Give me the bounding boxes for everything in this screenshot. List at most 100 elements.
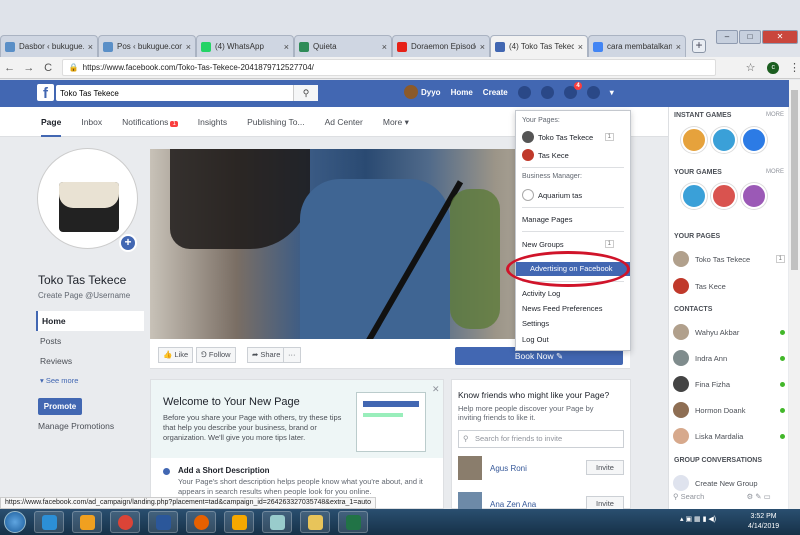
chrome-menu-icon[interactable]: ⋮: [789, 61, 800, 74]
tab-insights[interactable]: Insights: [198, 107, 227, 137]
sidebar-page-toko-tas-tekece[interactable]: Toko Tas Tekece 1: [673, 250, 785, 268]
tab-close-icon[interactable]: ×: [676, 42, 681, 52]
reload-icon[interactable]: C: [38, 62, 57, 74]
taskbar-firefox-icon[interactable]: [186, 511, 216, 533]
maximize-button[interactable]: □: [739, 30, 761, 44]
manage-promotions-link[interactable]: Manage Promotions: [38, 421, 114, 431]
back-icon[interactable]: ←: [0, 62, 19, 74]
search-icon[interactable]: ⚲: [293, 85, 318, 101]
messenger-icon[interactable]: [540, 85, 554, 99]
create-link[interactable]: Create: [483, 88, 508, 97]
profile-link[interactable]: Dyyo: [404, 85, 441, 99]
friend-name[interactable]: Agus Roni: [490, 464, 527, 473]
page-scrollbar[interactable]: [789, 80, 800, 511]
contact-item[interactable]: Wahyu Akbar: [673, 323, 785, 341]
create-new-group-link[interactable]: Create New Group: [673, 474, 785, 492]
instant-games-more[interactable]: MORE: [766, 112, 784, 118]
settings-item[interactable]: Settings: [516, 319, 630, 328]
chat-options-icons[interactable]: ⚙ ✎ ▭: [746, 492, 770, 501]
left-nav-reviews[interactable]: Reviews: [36, 351, 144, 371]
tab-close-icon[interactable]: ×: [186, 42, 191, 52]
contact-item[interactable]: Indra Ann: [673, 349, 785, 367]
manage-pages-item[interactable]: Manage Pages: [516, 215, 630, 224]
page-profile-picture[interactable]: [38, 149, 137, 248]
forward-icon[interactable]: →: [19, 62, 38, 74]
tab-close-icon[interactable]: ×: [284, 42, 289, 52]
account-dropdown-icon[interactable]: ▾: [610, 88, 614, 97]
game-icon[interactable]: [711, 127, 737, 153]
friend-search-input[interactable]: ⚲ Search for friends to invite: [458, 430, 624, 448]
notifications-bell-icon[interactable]: 4: [563, 81, 582, 99]
taskbar-chrome-icon[interactable]: [110, 511, 140, 533]
browser-tab[interactable]: Dasbor ‹ bukugue.com ×: [0, 35, 98, 57]
tab-ad-center[interactable]: Ad Center: [325, 107, 363, 137]
tab-close-icon[interactable]: ×: [88, 42, 93, 52]
create-username-link[interactable]: Create Page @Username: [38, 291, 130, 300]
browser-tab[interactable]: cara membatalkan ×: [588, 35, 686, 57]
your-games-more[interactable]: MORE: [766, 169, 784, 175]
short-description-step[interactable]: Add a Short Description Your Page's shor…: [163, 466, 428, 497]
help-icon[interactable]: [586, 85, 600, 99]
news-feed-preferences-item[interactable]: News Feed Preferences: [516, 304, 630, 313]
url-field[interactable]: 🔒 https://www.facebook.com/Toko-Tas-Teke…: [61, 59, 716, 76]
scrollbar-thumb[interactable]: [791, 90, 798, 270]
home-link[interactable]: Home: [451, 88, 473, 97]
bookmark-star-icon[interactable]: ☆: [746, 61, 756, 74]
tab-more[interactable]: More ▾: [383, 107, 409, 137]
tab-notifications[interactable]: Notifications 1: [122, 107, 178, 137]
browser-tab[interactable]: (4) WhatsApp ×: [196, 35, 294, 57]
game-icon[interactable]: [711, 183, 737, 209]
new-tab-button[interactable]: +: [692, 39, 706, 53]
activity-log-item[interactable]: Activity Log: [516, 289, 630, 298]
tab-close-icon[interactable]: ×: [480, 42, 485, 52]
tab-inbox[interactable]: Inbox: [81, 107, 102, 137]
facebook-logo-icon[interactable]: f: [37, 84, 54, 102]
game-icon[interactable]: [741, 127, 767, 153]
left-nav-posts[interactable]: Posts: [36, 331, 144, 351]
left-nav-home[interactable]: Home: [36, 311, 144, 331]
more-options-button[interactable]: ···: [283, 347, 301, 363]
dropdown-page-toko-tas-tekece[interactable]: Toko Tas Tekece 1: [516, 131, 630, 143]
chat-search-input[interactable]: ⚲ Search ⚙ ✎ ▭: [673, 492, 785, 508]
close-window-button[interactable]: ✕: [762, 30, 798, 44]
tab-close-icon[interactable]: ×: [578, 42, 583, 52]
sidebar-page-tas-kece[interactable]: Tas Kece: [673, 277, 785, 295]
system-clock[interactable]: 3:52 PM 4/14/2019: [748, 512, 779, 532]
taskbar-folder-icon[interactable]: [300, 511, 330, 533]
add-photo-icon[interactable]: +: [119, 234, 137, 252]
contact-item[interactable]: Hormon Doank: [673, 401, 785, 419]
friend-requests-icon[interactable]: [517, 85, 531, 99]
taskbar-excel-icon[interactable]: [338, 511, 368, 533]
taskbar-word-icon[interactable]: [148, 511, 178, 533]
taskbar-paint-icon[interactable]: [262, 511, 292, 533]
system-tray-icons[interactable]: ▴ ▣ ▦ ▮ ◀): [680, 515, 716, 523]
log-out-item[interactable]: Log Out: [516, 335, 630, 344]
taskbar-media-icon[interactable]: [72, 511, 102, 533]
browser-tab[interactable]: Quieta ×: [294, 35, 392, 57]
taskbar-app-icon[interactable]: [224, 511, 254, 533]
contact-item[interactable]: Liska Mardalia: [673, 427, 785, 445]
follow-button[interactable]: ⅁ Follow: [196, 347, 236, 363]
tab-close-icon[interactable]: ×: [382, 42, 387, 52]
like-button[interactable]: 👍 Like: [158, 347, 194, 363]
start-button-icon[interactable]: [4, 511, 26, 533]
promote-button[interactable]: Promote: [38, 398, 82, 415]
game-icon[interactable]: [681, 183, 707, 209]
tab-page[interactable]: Page: [41, 107, 62, 137]
invite-button[interactable]: Invite: [586, 460, 624, 475]
game-icon[interactable]: [741, 183, 767, 209]
new-groups-item[interactable]: New Groups 1: [516, 240, 630, 249]
minimize-button[interactable]: ‒: [716, 30, 738, 44]
see-more-link[interactable]: ▾ See more: [36, 371, 144, 391]
facebook-search-input[interactable]: [56, 85, 318, 101]
browser-tab[interactable]: Pos ‹ bukugue.com ×: [98, 35, 196, 57]
friend-name[interactable]: Ana Zen Ana: [490, 500, 536, 509]
dropdown-page-tas-kece[interactable]: Tas Kece: [516, 149, 630, 161]
close-icon[interactable]: ✕: [432, 384, 440, 395]
browser-tab[interactable]: (4) Toko Tas Tekece ×: [490, 35, 588, 57]
tab-publishing-to[interactable]: Publishing To...: [247, 107, 305, 137]
share-button[interactable]: ➦ Share: [247, 347, 286, 363]
browser-tab[interactable]: Doraemon Episode ×: [392, 35, 490, 57]
extension-icon[interactable]: c: [767, 61, 779, 74]
game-icon[interactable]: [681, 127, 707, 153]
